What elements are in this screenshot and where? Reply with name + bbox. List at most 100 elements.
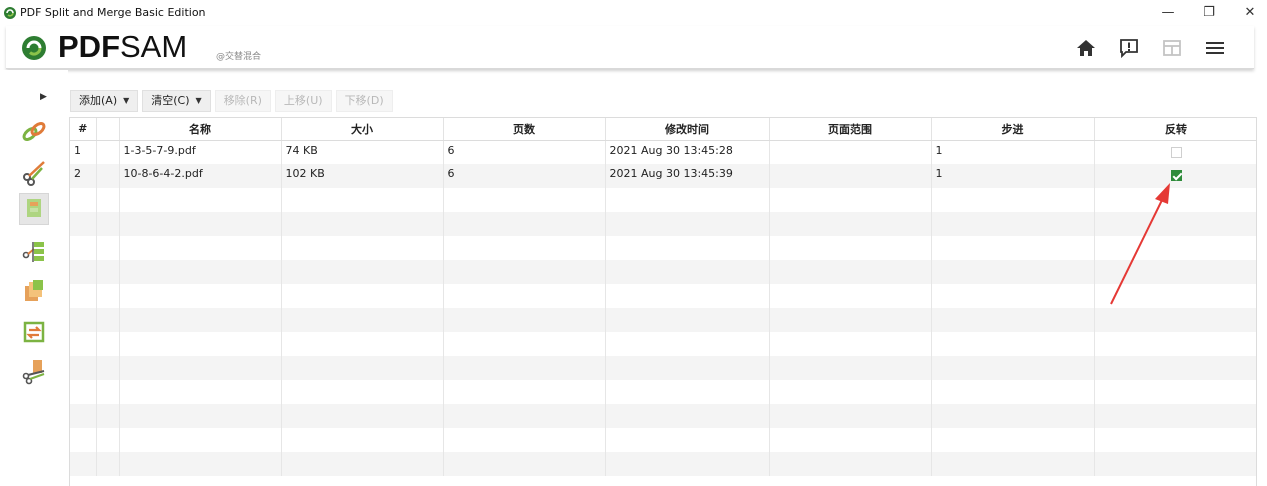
empty-cell — [1094, 452, 1256, 476]
empty-table-row — [70, 356, 1256, 380]
empty-cell — [1094, 284, 1256, 308]
empty-cell — [605, 356, 770, 380]
empty-cell — [769, 332, 932, 356]
empty-cell — [605, 380, 770, 404]
empty-cell — [281, 332, 444, 356]
empty-cell — [769, 380, 932, 404]
row-page-count: 6 — [443, 140, 606, 164]
column-header-pages[interactable]: 页数 — [443, 118, 606, 141]
empty-cell — [1094, 212, 1256, 236]
row-page-range[interactable] — [769, 164, 932, 188]
empty-cell — [931, 332, 1095, 356]
empty-cell — [605, 404, 770, 428]
table-row[interactable]: 2 10-8-6-4-2.pdf 102 KB 6 2021 Aug 30 13… — [70, 164, 1256, 188]
column-header-index[interactable]: # — [70, 118, 97, 141]
restore-button[interactable]: ❐ — [1199, 4, 1219, 22]
split-tool-icon[interactable] — [20, 158, 48, 186]
row-reverse-cell — [1094, 164, 1256, 188]
row-step[interactable]: 1 — [931, 164, 1095, 188]
empty-cell — [281, 284, 444, 308]
empty-cell — [96, 308, 120, 332]
window-titlebar: PDF Split and Merge Basic Edition — ❐ ✕ — [0, 0, 1267, 26]
row-reverse-cell — [1094, 140, 1256, 164]
alternate-mix-tool-active[interactable] — [19, 193, 49, 225]
row-index: 2 — [70, 164, 97, 188]
row-page-range[interactable] — [769, 140, 932, 164]
empty-cell — [70, 236, 97, 260]
empty-cell — [96, 404, 120, 428]
empty-cell — [931, 356, 1095, 380]
empty-cell — [605, 188, 770, 212]
app-icon — [4, 7, 16, 19]
empty-cell — [281, 188, 444, 212]
clear-dropdown-chevron-icon[interactable]: ▼ — [196, 90, 202, 112]
clear-button-label: 清空(C) — [151, 94, 190, 107]
row-file-name: 1-3-5-7-9.pdf — [119, 140, 282, 164]
column-header-step[interactable]: 步进 — [931, 118, 1095, 141]
empty-cell — [931, 212, 1095, 236]
empty-cell — [70, 332, 97, 356]
empty-cell — [769, 356, 932, 380]
menu-icon[interactable] — [1203, 36, 1227, 60]
empty-cell — [70, 404, 97, 428]
add-button-label: 添加(A) — [79, 94, 118, 107]
row-step[interactable]: 1 — [931, 140, 1095, 164]
empty-cell — [931, 428, 1095, 452]
clear-button[interactable]: 清空(C) ▼ — [142, 90, 211, 112]
column-header-size[interactable]: 大小 — [281, 118, 444, 141]
table-header-row: # 名称 大小 页数 修改时间 页面范围 步进 反转 — [70, 118, 1256, 141]
add-button[interactable]: 添加(A) ▼ — [70, 90, 139, 112]
file-toolbar: 添加(A) ▼ 清空(C) ▼ 移除(R) 上移(U) 下移(D) — [70, 90, 393, 112]
empty-cell — [119, 308, 282, 332]
empty-cell — [931, 260, 1095, 284]
column-header-page-range[interactable]: 页面范围 — [769, 118, 932, 141]
close-button[interactable]: ✕ — [1240, 4, 1260, 22]
empty-cell — [605, 260, 770, 284]
empty-cell — [443, 380, 606, 404]
empty-cell — [70, 212, 97, 236]
empty-cell — [1094, 404, 1256, 428]
empty-cell — [443, 356, 606, 380]
empty-cell — [119, 452, 282, 476]
empty-cell — [769, 188, 932, 212]
empty-cell — [1094, 332, 1256, 356]
minimize-button[interactable]: — — [1158, 4, 1178, 22]
home-icon[interactable] — [1074, 36, 1098, 60]
empty-cell — [769, 428, 932, 452]
row-file-size: 102 KB — [281, 164, 444, 188]
add-dropdown-chevron-icon[interactable]: ▼ — [123, 90, 129, 112]
empty-cell — [70, 284, 97, 308]
sidebar-expand-icon[interactable]: ▶ — [40, 92, 47, 102]
feedback-icon[interactable] — [1117, 36, 1141, 60]
empty-cell — [769, 284, 932, 308]
empty-cell — [119, 356, 282, 380]
empty-cell — [119, 428, 282, 452]
split-by-bookmarks-icon[interactable] — [20, 238, 48, 266]
reverse-checkbox-2[interactable] — [1170, 170, 1182, 181]
move-up-button[interactable]: 上移(U) — [274, 90, 332, 112]
empty-cell — [96, 380, 120, 404]
split-by-size-icon[interactable] — [20, 357, 48, 385]
move-down-button[interactable]: 下移(D) — [335, 90, 393, 112]
column-header-name[interactable]: 名称 — [119, 118, 282, 141]
reverse-checkbox-1[interactable] — [1170, 146, 1182, 158]
empty-table-row — [70, 380, 1256, 404]
remove-button[interactable]: 移除(R) — [214, 90, 271, 112]
row-file-size: 74 KB — [281, 140, 444, 164]
empty-cell — [281, 428, 444, 452]
column-header-blank[interactable] — [96, 118, 120, 141]
empty-cell — [931, 308, 1095, 332]
table-row[interactable]: 1 1-3-5-7-9.pdf 74 KB 6 2021 Aug 30 13:4… — [70, 140, 1256, 164]
empty-cell — [96, 188, 120, 212]
rotate-tool-icon[interactable] — [20, 318, 48, 346]
empty-cell — [931, 452, 1095, 476]
column-header-modified[interactable]: 修改时间 — [605, 118, 770, 141]
empty-cell — [96, 284, 120, 308]
row-page-count: 6 — [443, 164, 606, 188]
extract-pages-icon[interactable] — [20, 277, 48, 305]
dashboard-icon[interactable] — [1160, 36, 1184, 60]
merge-tool-icon[interactable] — [20, 118, 48, 146]
empty-cell — [281, 356, 444, 380]
column-header-reverse[interactable]: 反转 — [1094, 118, 1256, 141]
empty-table-row — [70, 404, 1256, 428]
